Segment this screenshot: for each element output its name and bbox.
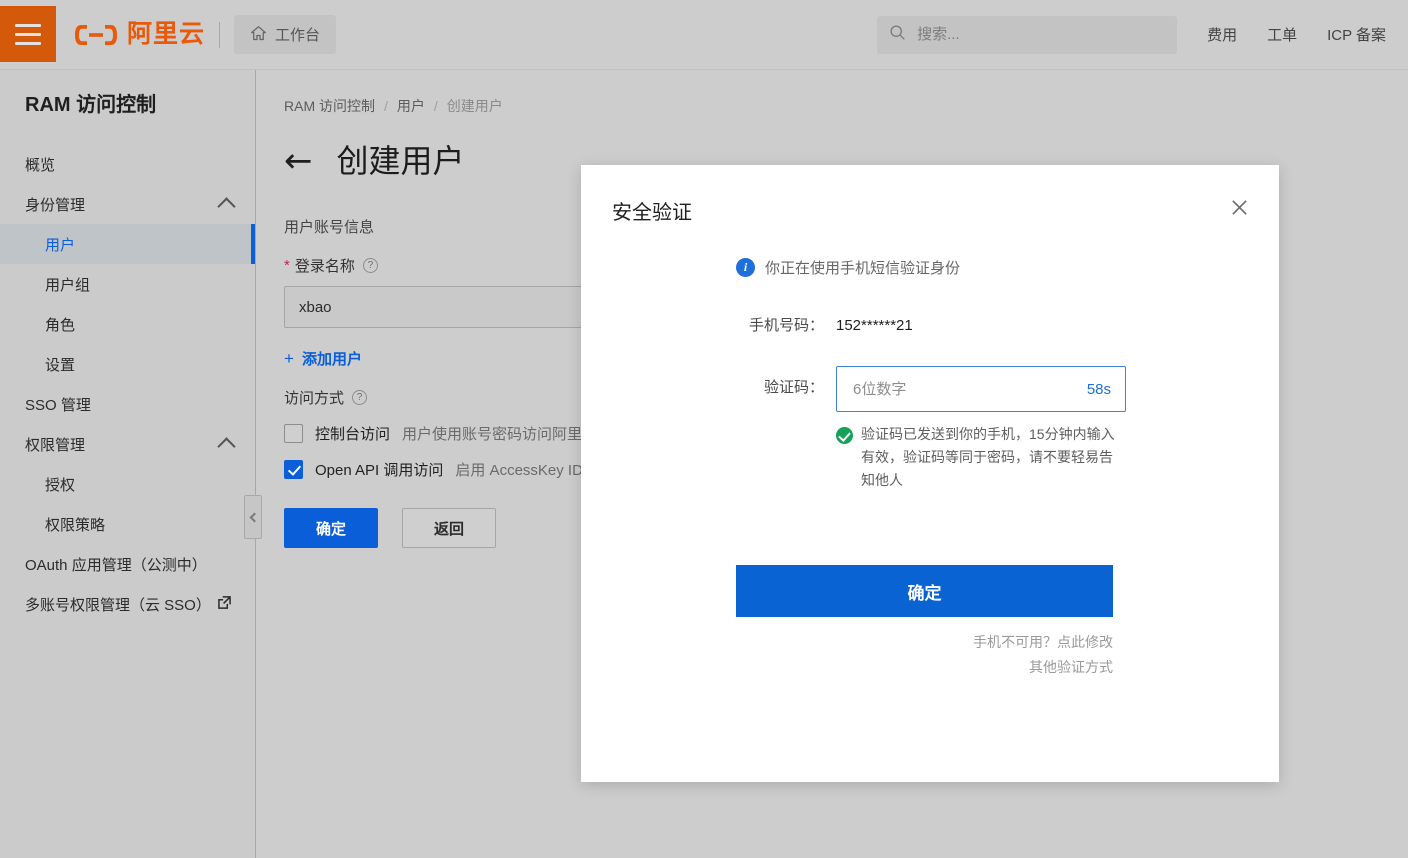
console-access-label: 控制台访问 — [315, 426, 391, 443]
hamburger-bar — [15, 23, 41, 27]
change-phone-link[interactable]: 手机不可用？点此修改 — [736, 630, 1113, 655]
info-notice: i 你正在使用手机短信验证身份 — [581, 257, 1279, 278]
code-sent-notice-text: 验证码已发送到你的手机，15分钟内输入有效，验证码等同于密码，请不要轻易告知他人 — [861, 426, 1115, 489]
confirm-button[interactable]: 确定 — [284, 508, 378, 548]
info-icon: i — [736, 258, 755, 277]
breadcrumb-item-ram[interactable]: RAM 访问控制 — [284, 96, 375, 116]
sidebar-item-cloud-sso[interactable]: 多账号权限管理（云 SSO） — [0, 584, 255, 624]
header-divider — [219, 21, 221, 48]
header-link-tickets[interactable]: 工单 — [1267, 24, 1297, 45]
aliyun-logo[interactable]: 阿里云 — [74, 22, 205, 48]
page-title: 创建用户 — [336, 143, 465, 179]
workbench-button[interactable]: 工作台 — [234, 15, 337, 54]
breadcrumb-item-users[interactable]: 用户 — [397, 96, 425, 116]
home-icon — [250, 25, 267, 45]
back-arrow-icon[interactable]: ← — [284, 144, 313, 178]
header-link-icp[interactable]: ICP 备案 — [1327, 24, 1386, 45]
chevron-up-icon — [217, 196, 236, 216]
openapi-access-label: Open API 调用访问 — [315, 462, 444, 479]
sidebar-item-policies[interactable]: 权限策略 — [0, 504, 255, 544]
sidebar-item-label: 权限策略 — [45, 516, 106, 534]
header-right-group: 费用 工单 ICP 备案 — [877, 15, 1408, 54]
verification-code-row: 验证码： 58s — [581, 366, 1279, 412]
aliyun-logo-text: 阿里云 — [127, 20, 206, 48]
left-sidebar: RAM 访问控制 概览 身份管理 用户 用户组 角色 设置 SSO 管理 权限管… — [0, 70, 256, 858]
sidebar-item-users[interactable]: 用户 — [0, 224, 255, 264]
phone-number-value: 152******21 — [836, 317, 913, 334]
sidebar-item-label: 用户组 — [45, 276, 91, 294]
sidebar-item-roles[interactable]: 角色 — [0, 304, 255, 344]
openapi-access-description: 启用 AccessKey ID — [455, 462, 583, 479]
console-access-description: 用户使用账号密码访问阿里 — [402, 426, 583, 443]
sidebar-item-label: OAuth 应用管理（公测中） — [25, 556, 207, 574]
search-icon — [889, 24, 906, 46]
aliyun-logo-icon — [74, 22, 118, 48]
sidebar-item-user-groups[interactable]: 用户组 — [0, 264, 255, 304]
sidebar-item-label: 身份管理 — [25, 196, 86, 214]
sidebar-item-label: 权限管理 — [25, 436, 86, 454]
workbench-label: 工作台 — [275, 27, 321, 44]
chevron-up-icon — [217, 436, 236, 456]
verification-code-label: 验证码： — [763, 379, 824, 396]
top-header: 阿里云 工作台 费用 工单 ICP 备案 — [0, 0, 1408, 70]
dialog-confirm-button[interactable]: 确定 — [736, 565, 1113, 617]
resend-countdown[interactable]: 58s — [1087, 381, 1111, 398]
header-link-billing[interactable]: 费用 — [1207, 24, 1237, 45]
close-icon[interactable] — [1225, 193, 1253, 221]
login-name-label-text: 登录名称 — [294, 258, 355, 275]
breadcrumb-separator: / — [433, 98, 438, 114]
add-user-button[interactable]: + 添加用户 — [284, 348, 362, 369]
verification-code-field[interactable]: 58s — [836, 366, 1126, 412]
login-name-value: xbao — [299, 298, 332, 316]
check-circle-icon — [836, 427, 853, 444]
verification-code-input[interactable] — [851, 379, 1087, 399]
sidebar-title: RAM 访问控制 — [25, 94, 157, 116]
security-verification-dialog: 安全验证 i 你正在使用手机短信验证身份 手机号码： 152******21 验… — [581, 165, 1279, 782]
help-icon[interactable]: ? — [352, 390, 368, 405]
add-user-label: 添加用户 — [301, 351, 362, 368]
sidebar-item-permission-management[interactable]: 权限管理 — [0, 424, 255, 464]
required-marker: * — [284, 257, 290, 274]
sidebar-item-grants[interactable]: 授权 — [0, 464, 255, 504]
sidebar-item-label: 角色 — [45, 316, 76, 334]
sidebar-item-overview[interactable]: 概览 — [0, 144, 255, 184]
hamburger-bar — [15, 41, 41, 45]
plus-icon: + — [284, 348, 294, 368]
access-method-label-text: 访问方式 — [284, 390, 345, 407]
sidebar-item-label: 授权 — [45, 476, 76, 494]
dialog-body: i 你正在使用手机短信验证身份 手机号码： 152******21 验证码： 5… — [581, 257, 1279, 492]
dialog-title: 安全验证 — [612, 202, 692, 224]
code-sent-notice: 验证码已发送到你的手机，15分钟内输入有效，验证码等同于密码，请不要轻易告知他人 — [836, 423, 1121, 492]
breadcrumb: RAM 访问控制 / 用户 / 创建用户 — [284, 96, 1408, 116]
search-input[interactable] — [915, 25, 1166, 44]
sidebar-item-oauth-apps[interactable]: OAuth 应用管理（公测中） — [0, 544, 255, 584]
other-verification-link[interactable]: 其他验证方式 — [736, 655, 1113, 680]
dialog-footer-links: 手机不可用？点此修改 其他验证方式 — [736, 630, 1113, 679]
sidebar-item-label: 多账号权限管理（云 SSO） — [25, 596, 211, 614]
phone-number-label: 手机号码： — [748, 317, 824, 334]
global-search[interactable] — [877, 15, 1178, 54]
breadcrumb-separator: / — [384, 98, 388, 114]
sidebar-item-identity-management[interactable]: 身份管理 — [0, 184, 255, 224]
breadcrumb-item-create-user: 创建用户 — [446, 98, 503, 114]
sidebar-item-label: 设置 — [45, 356, 76, 374]
sidebar-item-label: 概览 — [25, 156, 56, 174]
sidebar-item-settings[interactable]: 设置 — [0, 344, 255, 384]
sidebar-item-label: SSO 管理 — [25, 396, 91, 414]
sidebar-collapse-toggle[interactable] — [244, 495, 262, 539]
sidebar-item-sso-management[interactable]: SSO 管理 — [0, 384, 255, 424]
hamburger-menu-icon[interactable] — [0, 6, 56, 62]
chevron-left-icon — [249, 512, 260, 522]
info-notice-text: 你正在使用手机短信验证身份 — [765, 260, 961, 277]
openapi-access-checkbox[interactable] — [284, 460, 303, 479]
console-access-checkbox[interactable] — [284, 424, 303, 443]
sidebar-item-label: 用户 — [45, 236, 76, 254]
external-link-icon — [218, 596, 231, 612]
help-icon[interactable]: ? — [362, 258, 378, 273]
back-button[interactable]: 返回 — [402, 508, 496, 548]
phone-number-row: 手机号码： 152******21 — [581, 314, 1279, 338]
hamburger-bar — [15, 32, 41, 36]
